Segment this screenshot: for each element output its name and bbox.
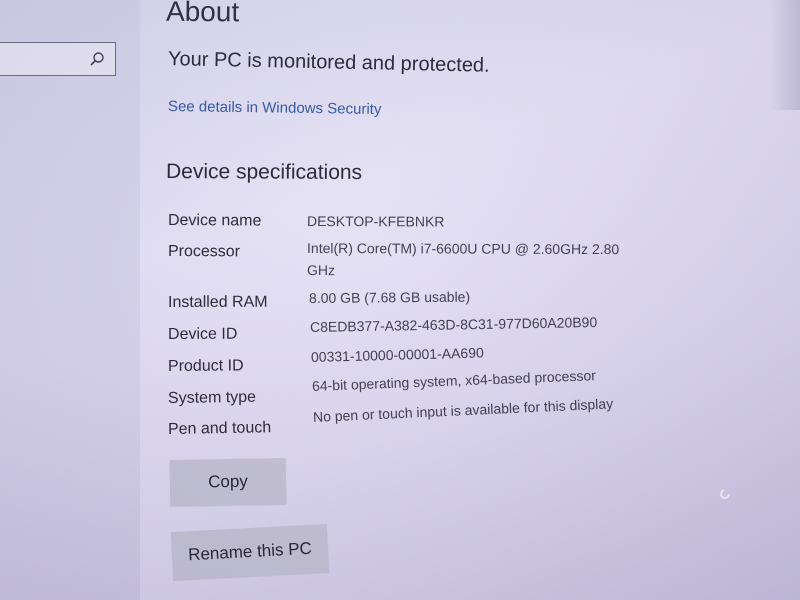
spec-value-device-id: C8EDB377-A382-463D-8C31-977D60A20B90 xyxy=(309,313,598,335)
spec-label-installed-ram: Installed RAM xyxy=(167,293,268,311)
rename-pc-button[interactable]: Rename this PC xyxy=(170,523,330,581)
settings-sidebar xyxy=(0,0,140,600)
security-status-text: Your PC is monitored and protected. xyxy=(167,48,490,77)
spec-value-pen-and-touch: No pen or touch input is available for t… xyxy=(312,395,614,425)
spec-value-processor: Intel(R) Core(TM) i7-6600U CPU @ 2.60GHz… xyxy=(306,240,620,279)
spec-value-device-name: DESKTOP-KFEBNKR xyxy=(306,213,445,230)
spec-label-processor: Processor xyxy=(167,243,241,261)
busy-cursor-icon xyxy=(719,487,731,499)
device-specifications-heading: Device specifications xyxy=(165,160,363,185)
search-icon[interactable] xyxy=(89,51,105,67)
spec-label-device-name: Device name xyxy=(167,212,262,230)
copy-button[interactable]: Copy xyxy=(169,457,287,507)
spec-value-system-type: 64-bit operating system, x64-based proce… xyxy=(311,367,597,394)
spec-label-system-type: System type xyxy=(167,388,257,407)
page-title: About xyxy=(165,0,240,28)
spec-label-device-id: Device ID xyxy=(167,325,238,343)
spec-value-product-id: 00331-10000-00001-AA690 xyxy=(310,344,484,365)
window-edge-shadow xyxy=(770,0,800,110)
search-input[interactable] xyxy=(0,42,116,76)
spec-label-product-id: Product ID xyxy=(167,357,244,375)
windows-security-link[interactable]: See details in Windows Security xyxy=(168,98,382,118)
spec-value-installed-ram: 8.00 GB (7.68 GB usable) xyxy=(308,288,471,306)
spec-label-pen-and-touch: Pen and touch xyxy=(167,419,272,438)
